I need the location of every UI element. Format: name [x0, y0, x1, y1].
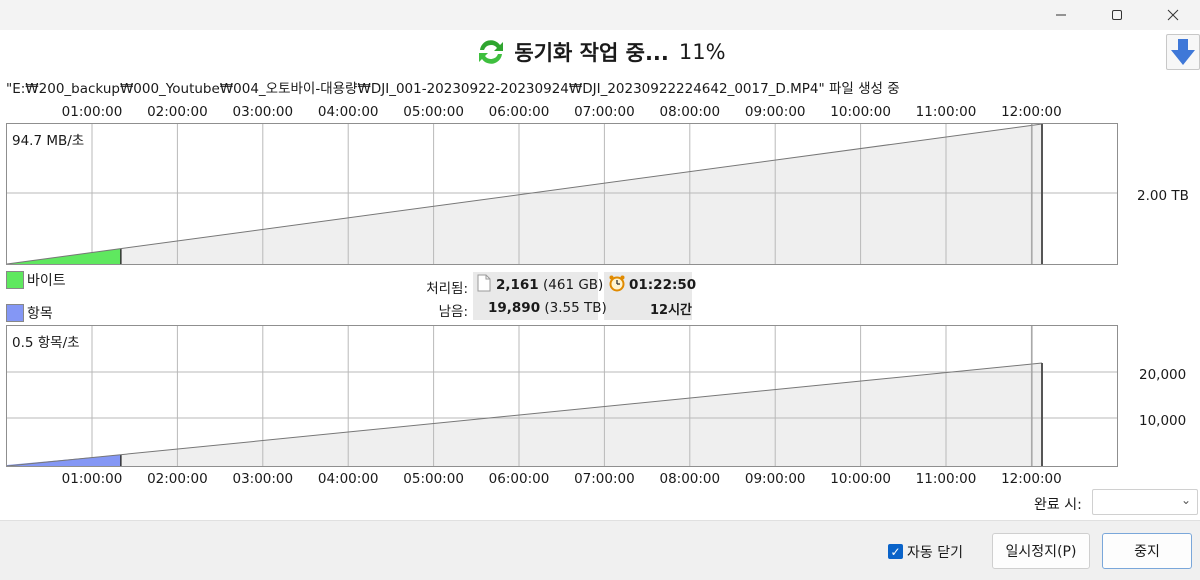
- top-time-tick-5: 05:00:00: [403, 104, 464, 120]
- bottom-time-tick-7: 07:00:00: [574, 471, 635, 487]
- elapsed-time: 01:22:50: [629, 277, 697, 293]
- processed-label: 처리됨:: [426, 281, 468, 297]
- top-time-tick-7: 07:00:00: [574, 104, 635, 120]
- bottom-time-tick-2: 02:00:00: [147, 471, 208, 487]
- maximize-icon: [1112, 10, 1122, 20]
- top-time-tick-10: 10:00:00: [830, 104, 891, 120]
- arrow-down-icon: [1171, 39, 1195, 65]
- sync-icon: [476, 37, 507, 67]
- close-button[interactable]: [1150, 0, 1196, 30]
- file-icon: [477, 274, 491, 292]
- title-bar: [0, 0, 1200, 30]
- top-time-tick-3: 03:00:00: [232, 104, 294, 120]
- top-time-tick-6: 06:00:00: [488, 104, 550, 120]
- bytes-graph-plot: [6, 123, 1118, 265]
- estimated-remaining-time: 12시간: [650, 303, 693, 318]
- on-complete-label: 완료 시:: [1034, 497, 1082, 513]
- bytes-rate: 94.7 MB/초: [12, 129, 85, 149]
- auto-close-checkbox[interactable]: ✓: [888, 544, 903, 559]
- items-rate: 0.5 항목/초: [12, 331, 80, 351]
- sync-progress-window: 동기화 작업 중... 11% "E:₩200_backup₩000_Youtu…: [0, 0, 1200, 580]
- current-file-status: "E:₩200_backup₩000_Youtube₩004_오토바이-대용량₩…: [6, 81, 900, 97]
- alarm-clock-icon: [609, 275, 625, 292]
- bytes-axis-label: 2.00 TB: [1137, 188, 1189, 204]
- maximize-button[interactable]: [1094, 0, 1140, 30]
- collapse-details-button[interactable]: [1166, 34, 1200, 70]
- bytes-graph: 94.7 MB/초: [6, 123, 1118, 265]
- bottom-time-tick-4: 04:00:00: [317, 471, 379, 487]
- progress-title: 동기화 작업 중...: [514, 41, 669, 65]
- bottom-time-tick-12: 12:00:00: [1001, 471, 1062, 487]
- top-time-tick-2: 02:00:00: [147, 104, 208, 120]
- items-axis-label-high: 20,000: [1139, 367, 1187, 383]
- on-complete-select[interactable]: ⌄: [1092, 489, 1198, 515]
- items-axis-label-low: 10,000: [1139, 413, 1187, 429]
- processed-value: 2,161 (461 GB): [496, 277, 603, 293]
- bottom-time-tick-11: 11:00:00: [915, 471, 977, 487]
- bottom-time-tick-1: 01:00:00: [61, 471, 123, 487]
- processed-count: 2,161: [496, 277, 539, 293]
- top-time-tick-8: 08:00:00: [659, 104, 721, 120]
- top-time-tick-12: 12:00:00: [1001, 104, 1062, 120]
- minimize-icon: [1056, 14, 1066, 16]
- remaining-count: 19,890: [488, 300, 541, 316]
- legend-bytes-label: 바이트: [27, 273, 66, 289]
- progress-header: 동기화 작업 중... 11%: [0, 30, 1200, 74]
- auto-close-label[interactable]: 자동 닫기: [907, 542, 963, 562]
- bottom-time-tick-8: 08:00:00: [659, 471, 721, 487]
- chevron-down-icon: ⌄: [1180, 493, 1191, 507]
- bottom-time-tick-6: 06:00:00: [488, 471, 550, 487]
- pause-button[interactable]: 일시정지(P): [992, 533, 1090, 569]
- legend-items: 항목: [6, 303, 53, 323]
- progress-percent: 11%: [678, 40, 726, 64]
- items-graph: 0.5 항목/초: [6, 325, 1118, 467]
- top-time-tick-1: 01:00:00: [61, 104, 123, 120]
- legend-bytes-swatch: [6, 271, 24, 289]
- top-time-tick-11: 11:00:00: [915, 104, 977, 120]
- minimize-button[interactable]: [1038, 0, 1084, 30]
- remaining-label: 남음:: [438, 304, 468, 320]
- top-time-tick-9: 09:00:00: [744, 104, 806, 120]
- bottom-time-tick-3: 03:00:00: [232, 471, 294, 487]
- remaining-size: (3.55 TB): [544, 300, 607, 316]
- bottom-time-tick-9: 09:00:00: [744, 471, 806, 487]
- items-graph-plot: [6, 325, 1118, 467]
- bottom-time-tick-10: 10:00:00: [830, 471, 891, 487]
- legend-items-swatch: [6, 304, 24, 322]
- remaining-value: 19,890 (3.55 TB): [488, 300, 607, 316]
- legend-items-label: 항목: [27, 306, 53, 322]
- processed-size: (461 GB): [543, 277, 604, 293]
- legend-bytes: 바이트: [6, 270, 66, 290]
- stop-button[interactable]: 중지: [1102, 533, 1192, 569]
- bottom-time-tick-5: 05:00:00: [403, 471, 464, 487]
- close-icon: [1167, 9, 1179, 21]
- top-time-tick-4: 04:00:00: [317, 104, 379, 120]
